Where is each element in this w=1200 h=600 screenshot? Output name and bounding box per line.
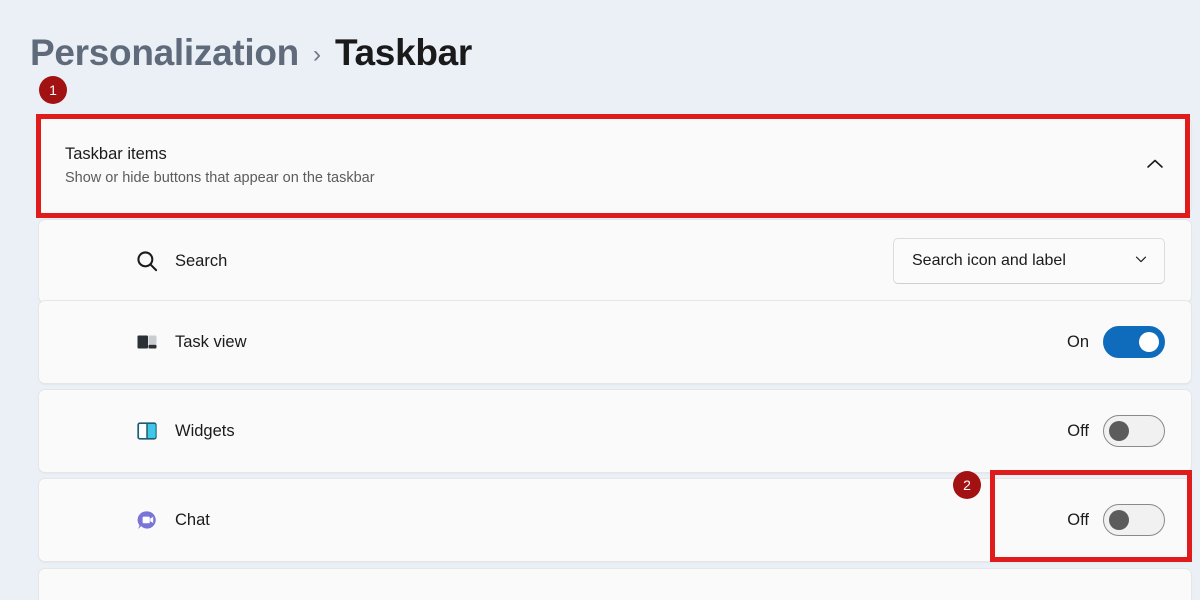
search-mode-dropdown[interactable]: Search icon and label	[893, 238, 1165, 284]
setting-row-search: Search Search icon and label	[38, 219, 1192, 303]
setting-row-chat: Chat Off	[38, 478, 1192, 562]
setting-label-search: Search	[175, 251, 228, 270]
widgets-icon	[131, 415, 163, 447]
widgets-toggle[interactable]	[1103, 415, 1165, 447]
taskbar-items-header-text: Taskbar items Show or hide buttons that …	[65, 143, 1143, 189]
toggle-knob	[1139, 332, 1159, 352]
annotation-badge-2: 2	[953, 471, 981, 499]
breadcrumb: Personalization › Taskbar	[30, 32, 472, 74]
page-title: Taskbar	[334, 32, 473, 73]
task-view-toggle-state: On	[1066, 332, 1089, 351]
task-view-row-control: On	[1061, 326, 1165, 358]
setting-row-widgets: Widgets Off	[38, 389, 1192, 473]
setting-label-widgets: Widgets	[175, 421, 235, 440]
search-row-control: Search icon and label	[893, 238, 1165, 284]
widgets-toggle-state: Off	[1067, 421, 1089, 440]
breadcrumb-separator-icon: ›	[312, 41, 321, 68]
search-mode-dropdown-value: Search icon and label	[912, 252, 1066, 269]
setting-label-task-view: Task view	[175, 332, 247, 351]
section-title: Taskbar items	[65, 145, 167, 164]
breadcrumb-parent-link[interactable]: Personalization	[30, 32, 299, 74]
chevron-up-icon[interactable]	[1143, 152, 1167, 181]
setting-label-chat: Chat	[175, 510, 210, 529]
annotation-badge-1: 1	[39, 76, 67, 104]
chevron-down-icon	[1132, 250, 1150, 273]
task-view-icon	[131, 326, 163, 358]
taskbar-items-header[interactable]: Taskbar items Show or hide buttons that …	[38, 118, 1192, 214]
setting-row-task-view: Task view On	[38, 300, 1192, 384]
setting-row-next-partial[interactable]	[38, 568, 1192, 600]
chat-icon	[131, 504, 163, 536]
chat-toggle[interactable]	[1103, 504, 1165, 536]
chat-toggle-state: Off	[1067, 510, 1089, 529]
task-view-toggle[interactable]	[1103, 326, 1165, 358]
toggle-knob	[1109, 510, 1129, 530]
search-icon	[131, 245, 163, 277]
toggle-knob	[1109, 421, 1129, 441]
chat-row-control: Off	[1061, 504, 1165, 536]
widgets-row-control: Off	[1061, 415, 1165, 447]
section-subtitle: Show or hide buttons that appear on the …	[65, 170, 375, 187]
